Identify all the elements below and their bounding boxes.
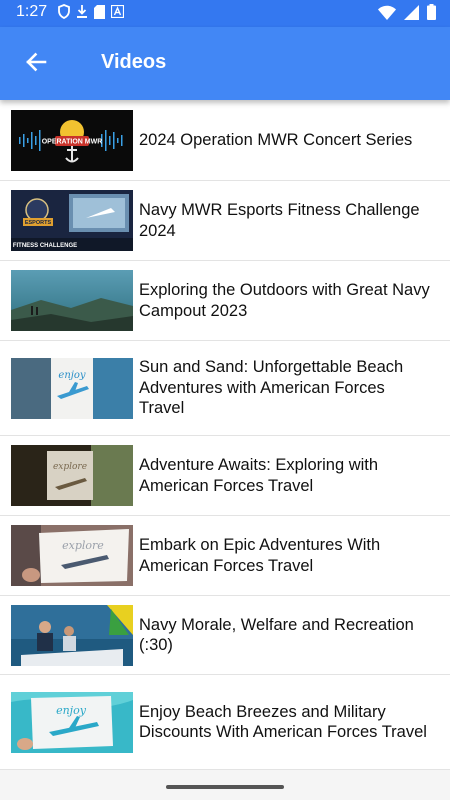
video-item[interactable]: Navy Morale, Welfare and Recreation (:30… xyxy=(0,596,450,675)
video-thumbnail: explore xyxy=(11,525,133,586)
video-item[interactable]: explore Embark on Epic Adventures With A… xyxy=(0,516,450,596)
video-item[interactable]: enjoy Sun and Sand: Unforgettable Beach … xyxy=(0,341,450,436)
thumbnail-text: enjoy xyxy=(58,370,85,381)
page-title: Videos xyxy=(101,51,167,73)
video-list: OPERATION MWR 2024 Operation MWR Concert… xyxy=(0,100,450,770)
video-thumbnail: enjoy xyxy=(11,357,133,419)
thumbnail-text: explore xyxy=(62,539,104,552)
status-time: 1:27 xyxy=(16,3,48,20)
video-title: Navy Morale, Welfare and Recreation (:30… xyxy=(139,615,414,655)
video-title: Enjoy Beach Breezes and Military Discoun… xyxy=(139,702,427,742)
video-item[interactable]: enjoy Enjoy Beach Breezes and Military D… xyxy=(0,675,450,770)
video-item[interactable]: OPERATION MWR 2024 Operation MWR Concert… xyxy=(0,100,450,181)
app-bar: Videos xyxy=(0,27,450,100)
video-title: Exploring the Outdoors with Great Navy C… xyxy=(139,281,430,320)
arrow-back-icon xyxy=(25,51,47,78)
video-thumbnail xyxy=(11,604,133,666)
sd-card-icon xyxy=(94,4,105,19)
thumbnail-caption: FITNESS CHALLENGE xyxy=(13,243,77,249)
thumbnail-text: explore xyxy=(53,462,87,472)
video-title: Embark on Epic Adventures With American … xyxy=(139,536,381,575)
download-icon xyxy=(76,4,88,19)
status-bar: 1:27 xyxy=(0,0,450,27)
video-thumbnail xyxy=(11,270,133,331)
video-title: Adventure Awaits: Exploring with America… xyxy=(139,456,379,495)
video-title: Navy MWR Esports Fitness Challenge 2024 xyxy=(139,201,420,240)
font-a-icon xyxy=(111,5,124,18)
shield-icon xyxy=(58,4,70,19)
thumbnail-text: enjoy xyxy=(56,704,87,717)
signal-icon xyxy=(404,4,419,20)
thumbnail-text: ESPORTS xyxy=(25,220,52,226)
video-thumbnail: explore xyxy=(11,445,133,506)
battery-icon xyxy=(427,4,436,20)
back-button[interactable] xyxy=(16,47,56,81)
video-title: Sun and Sand: Unforgettable Beach Advent… xyxy=(139,358,404,418)
video-item[interactable]: Exploring the Outdoors with Great Navy C… xyxy=(0,261,450,341)
gesture-bar xyxy=(0,770,450,800)
status-right-icons xyxy=(378,4,436,20)
video-thumbnail: enjoy xyxy=(11,691,133,753)
video-title: 2024 Operation MWR Concert Series xyxy=(139,130,413,149)
wifi-icon xyxy=(378,5,396,20)
thumbnail-text: OPERATION MWR xyxy=(42,138,103,145)
video-thumbnail: ESPORTS FITNESS CHALLENGE xyxy=(11,190,133,251)
video-thumbnail: OPERATION MWR xyxy=(11,109,133,171)
home-handle[interactable] xyxy=(166,785,284,789)
video-item[interactable]: ESPORTS FITNESS CHALLENGE Navy MWR Espor… xyxy=(0,181,450,261)
video-item[interactable]: explore Adventure Awaits: Exploring with… xyxy=(0,436,450,516)
status-left-icons xyxy=(58,4,124,19)
